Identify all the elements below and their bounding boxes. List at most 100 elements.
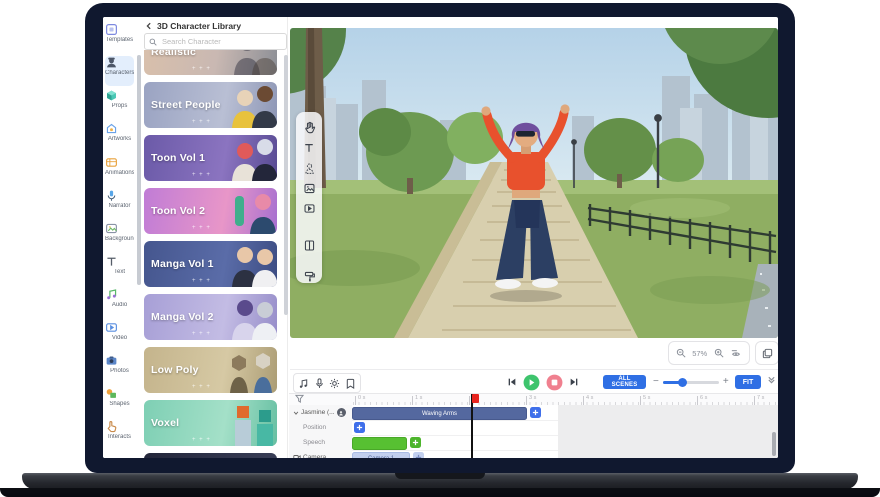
timeline-zoom-slider: − + (653, 373, 731, 391)
zoom-level: 57% (692, 349, 707, 358)
camera-clip[interactable]: Camera 1 (352, 452, 410, 458)
add-speech-button[interactable] (410, 437, 421, 448)
back-icon[interactable] (145, 22, 153, 30)
skip-start-button[interactable] (507, 377, 517, 387)
record-stop-button[interactable] (546, 374, 563, 391)
sidebar-item-interacts[interactable]: Interacts (105, 420, 134, 450)
card-next[interactable] (144, 453, 277, 458)
park-scene (290, 28, 778, 338)
ruler-tick: 7 s (754, 395, 764, 401)
zoom-controls: 57% (668, 341, 750, 365)
track-header-camera[interactable]: Camera (293, 450, 351, 458)
card-manga-vol-2[interactable]: Manga Vol 2 + + + (144, 294, 277, 340)
fit-button[interactable]: FIT (735, 375, 761, 389)
preview-eye-icon[interactable] (730, 348, 742, 358)
card-toon-vol-1[interactable]: Toon Vol 1 + + + (144, 135, 277, 181)
sidebar-item-text[interactable]: Text (105, 255, 134, 285)
sidebar-item-animations[interactable]: Animations (105, 156, 134, 186)
search-icon (149, 38, 157, 46)
paint-roller-tool[interactable] (302, 270, 316, 283)
sidebar-item-video[interactable]: Video (105, 321, 134, 351)
laptop-trackpad-notch (395, 473, 485, 479)
search-input[interactable] (160, 36, 274, 47)
ruler-tick: 1 s (412, 395, 422, 401)
pan-hand-tool[interactable] (302, 121, 316, 134)
background-icon (105, 222, 134, 235)
animations-icon (105, 156, 134, 169)
mic-icon[interactable] (314, 378, 325, 389)
text-tool[interactable] (302, 141, 316, 154)
zoom-in-icon[interactable] (714, 348, 724, 358)
card-manga-vol-1[interactable]: Manga Vol 1 + + + (144, 241, 277, 287)
app-window: Templates Characters Props Artworks Anim… (103, 17, 778, 458)
laptop-shadow (0, 488, 880, 497)
nav-rail: Templates Characters Props Artworks Anim… (103, 17, 136, 458)
light-icon[interactable] (329, 378, 340, 389)
photos-icon (105, 354, 134, 367)
copy-icon (762, 348, 773, 359)
animation-clip[interactable]: Waving Arms (352, 407, 527, 420)
character-tool[interactable] (302, 162, 316, 175)
card-voxel[interactable]: Voxel + + + (144, 400, 277, 446)
track-header-character[interactable]: Jasmine (... (293, 405, 351, 420)
sidebar-item-artworks[interactable]: Artworks (105, 122, 134, 152)
video-tool[interactable] (302, 202, 316, 215)
card-toon-vol-2[interactable]: Toon Vol 2 + + + (144, 188, 277, 234)
viewport-canvas[interactable] (290, 28, 778, 338)
library-scrollbar[interactable] (284, 55, 288, 315)
video-icon (105, 321, 134, 334)
duplicate-view-button[interactable] (755, 341, 778, 365)
speech-clip[interactable] (352, 437, 407, 450)
zoom-out-icon[interactable] (676, 348, 686, 358)
timeline-out-of-scene-area (558, 405, 778, 458)
card-street-people[interactable]: Street People + + + (144, 82, 277, 128)
sidebar-item-photos[interactable]: Photos (105, 354, 134, 384)
bookmark-icon[interactable] (345, 378, 356, 389)
card-realistic[interactable]: Realistic + + + (144, 50, 277, 75)
divider (290, 369, 778, 370)
ruler-tick: 4 s (583, 395, 593, 401)
ruler-tick: 5 s (640, 395, 650, 401)
playhead-line[interactable] (471, 394, 473, 458)
character-avatar[interactable] (337, 408, 346, 417)
sidebar-item-background[interactable]: Background (105, 222, 134, 252)
characters-icon (105, 56, 134, 69)
skip-end-button[interactable] (569, 377, 579, 387)
slider-knob[interactable] (678, 378, 687, 387)
timeline-collapse-icon[interactable] (767, 375, 776, 384)
add-position-button[interactable] (354, 422, 365, 433)
sidebar-item-audio[interactable]: Audio (105, 288, 134, 318)
sidebar-item-narrator[interactable]: Narrator (105, 189, 134, 219)
shapes-icon (105, 387, 134, 400)
storyboard-tool[interactable] (302, 239, 316, 252)
add-camera-button[interactable] (413, 452, 424, 458)
play-button[interactable] (523, 374, 540, 391)
props-icon (105, 89, 134, 102)
sidebar-item-props[interactable]: Props (105, 89, 134, 119)
artworks-icon (105, 122, 134, 135)
all-scenes-button[interactable]: ALL SCENES (603, 375, 646, 389)
character-library-panel: 3D Character Library Realistic + + + Str… (141, 17, 288, 458)
search-box[interactable] (144, 33, 287, 50)
track-header-position[interactable]: Position (293, 420, 361, 435)
image-tool[interactable] (302, 182, 316, 195)
viewport-toolbar (296, 112, 322, 283)
character-card-list: Realistic + + + Street People + + + Toon… (144, 50, 277, 458)
ruler-tick: 6 s (697, 395, 707, 401)
slider-minus[interactable]: − (653, 377, 659, 387)
music-icon[interactable] (298, 378, 309, 389)
track-header-speech[interactable]: Speech (293, 435, 361, 450)
slider-track[interactable] (663, 381, 719, 384)
card-low-poly[interactable]: Low Poly + + + (144, 347, 277, 393)
text-icon (105, 255, 134, 268)
library-panel-title: 3D Character Library (157, 21, 241, 31)
add-animation-button[interactable] (530, 407, 541, 418)
sidebar-item-templates[interactable]: Templates (105, 23, 134, 53)
sidebar-item-shapes[interactable]: Shapes (105, 387, 134, 417)
sidebar-item-characters[interactable]: Characters (105, 56, 134, 86)
filter-icon[interactable] (295, 394, 304, 403)
timeline-scrollbar[interactable] (772, 432, 776, 456)
chevron-down-icon[interactable] (293, 410, 299, 416)
playhead-handle[interactable] (472, 394, 479, 403)
slider-plus[interactable]: + (723, 377, 729, 387)
